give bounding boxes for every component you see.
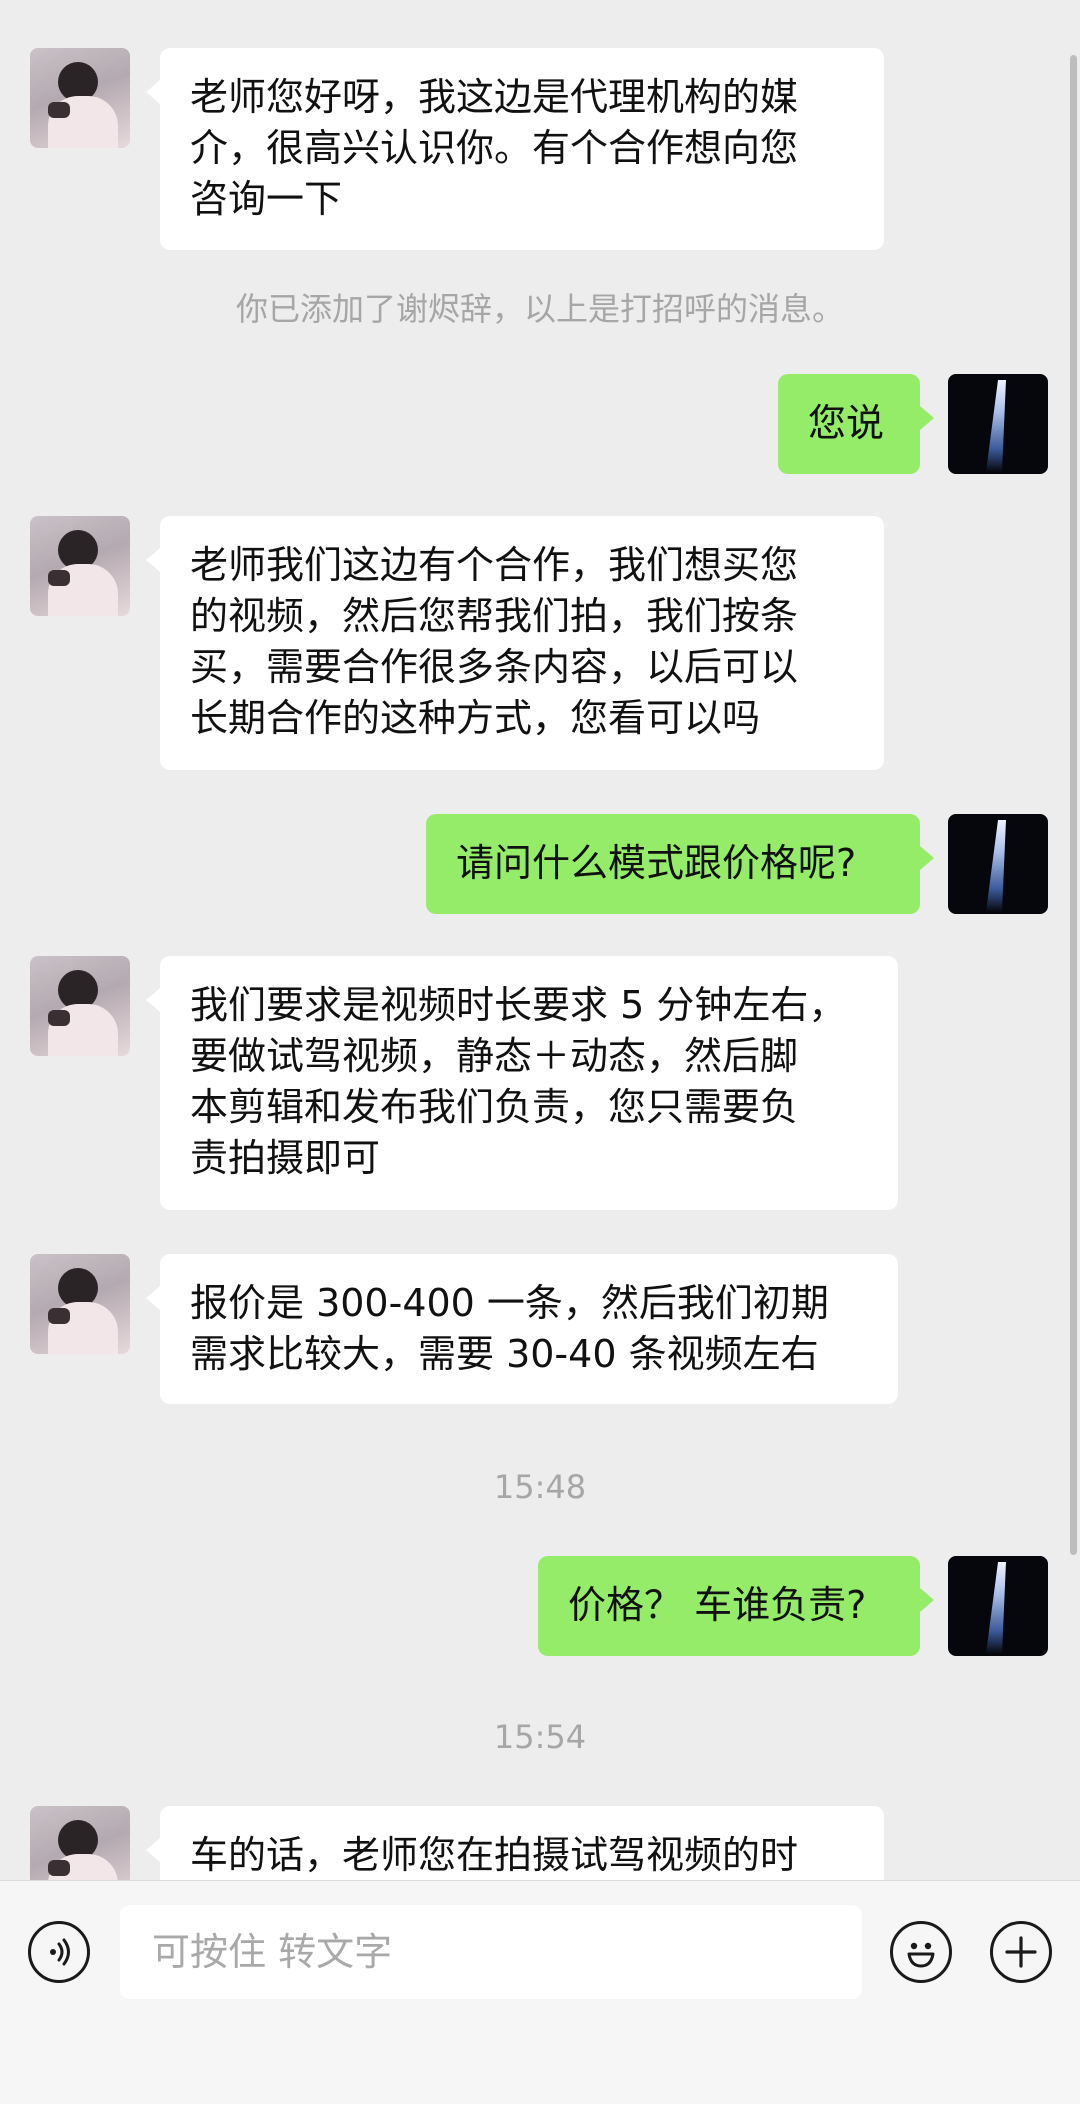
- timestamp: 15:54: [493, 1718, 587, 1756]
- voice-icon: [50, 1938, 70, 1966]
- contact-avatar[interactable]: [30, 1806, 130, 1880]
- self-avatar[interactable]: [948, 1556, 1048, 1656]
- message-bubble-incoming[interactable]: 我们要求是视频时长要求 5 分钟左右， 要做试驾视频，静态＋动态，然后脚 本剪辑…: [146, 956, 898, 1210]
- message-bubble-outgoing[interactable]: 价格？ 车谁负责?: [538, 1556, 934, 1656]
- self-avatar[interactable]: [948, 814, 1048, 914]
- emoji-button[interactable]: [890, 1921, 952, 1983]
- message-bubble-incoming[interactable]: 报价是 300-400 一条，然后我们初期 需求比较大，需要 30-40 条视频…: [146, 1254, 898, 1404]
- message-bubble-incoming[interactable]: 车的话，老师您在拍摄试驾视频的时: [146, 1806, 884, 1880]
- timestamp: 15:48: [493, 1468, 587, 1506]
- message-bubble-incoming[interactable]: 老师您好呀，我这边是代理机构的媒 介，很高兴认识你。有个合作想向您 咨询一下: [146, 48, 884, 250]
- contact-avatar[interactable]: [30, 48, 130, 148]
- voice-button[interactable]: [28, 1921, 90, 1983]
- contact-avatar[interactable]: [30, 956, 130, 1056]
- message-input[interactable]: 可按住 转文字: [120, 1905, 862, 1999]
- emoji-icon: [907, 1942, 935, 1968]
- more-button[interactable]: [990, 1921, 1052, 1983]
- contact-avatar[interactable]: [30, 516, 130, 616]
- system-notice: 你已添加了谢烬辞，以上是打招呼的消息。: [235, 290, 844, 328]
- message-bubble-outgoing[interactable]: 您说: [778, 374, 934, 474]
- self-avatar[interactable]: [948, 374, 1048, 474]
- chat-area[interactable]: 老师您好呀，我这边是代理机构的媒 介，很高兴认识你。有个合作想向您 咨询一下 你…: [0, 0, 1080, 1880]
- contact-avatar[interactable]: [30, 1254, 130, 1354]
- message-bubble-outgoing[interactable]: 请问什么模式跟价格呢?: [426, 814, 934, 914]
- input-bar: 可按住 转文字: [0, 1880, 1080, 2104]
- plus-icon: [1005, 1936, 1037, 1968]
- message-bubble-incoming[interactable]: 老师我们这边有个合作，我们想买您 的视频，然后您帮我们拍，我们按条 买，需要合作…: [146, 516, 884, 770]
- scrollbar[interactable]: [1070, 55, 1077, 1555]
